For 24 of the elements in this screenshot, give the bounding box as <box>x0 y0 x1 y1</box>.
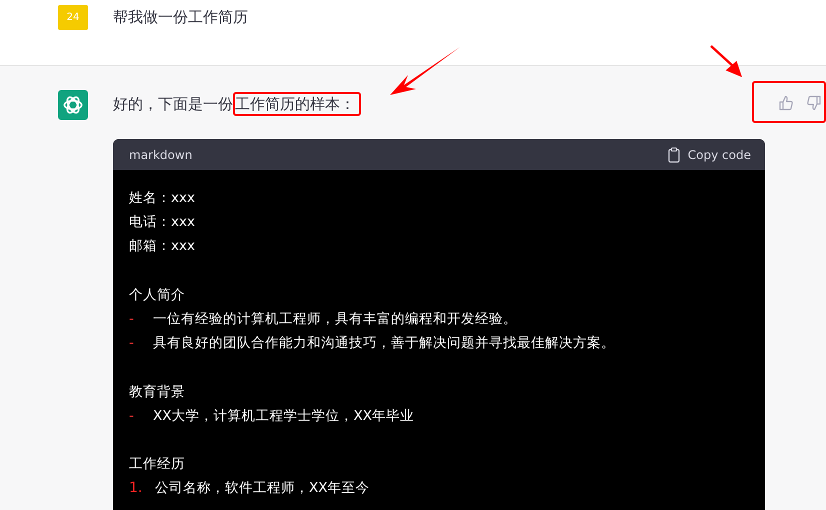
code-line: 工作经历 <box>129 455 185 474</box>
code-line: 个人简介 <box>129 286 185 304</box>
arrow <box>710 45 742 77</box>
assistant-avatar-icon <box>58 90 88 120</box>
user-avatar: 24 <box>58 5 88 30</box>
thumbs-up-icon[interactable] <box>778 95 794 111</box>
code-language: markdown <box>129 148 192 162</box>
clipboard-icon <box>668 146 680 162</box>
copy-code-button[interactable]: Copy code <box>668 146 751 162</box>
thumbs-down-icon[interactable] <box>806 95 822 111</box>
bullet-marker: - <box>129 311 135 328</box>
code-line: 电话：xxx <box>129 213 195 232</box>
code-line: 一位有经验的计算机工程师，具有丰富的编程和开发经验。 <box>153 310 517 328</box>
code-line: 邮箱：xxx <box>129 237 195 256</box>
code-line: 具有良好的团队合作能力和沟通技巧，善于解决问题并寻找最佳解决方案。 <box>153 334 615 352</box>
list-number: 1. <box>129 480 144 496</box>
bullet-marker: - <box>129 335 135 352</box>
code-line: 姓名：xxx <box>129 189 195 208</box>
bullet-marker: - <box>129 408 135 424</box>
code-line: 教育背景 <box>129 382 185 401</box>
code-line: XX大学，计算机工程学士学位，XX年毕业 <box>153 406 414 425</box>
code-line: 公司名称，软件工程师，XX年至今 <box>155 479 370 498</box>
assistant-message: 好的，下面是一份工作简历的样本： <box>113 91 361 117</box>
user-message: 帮我做一份工作简历 <box>113 7 248 28</box>
